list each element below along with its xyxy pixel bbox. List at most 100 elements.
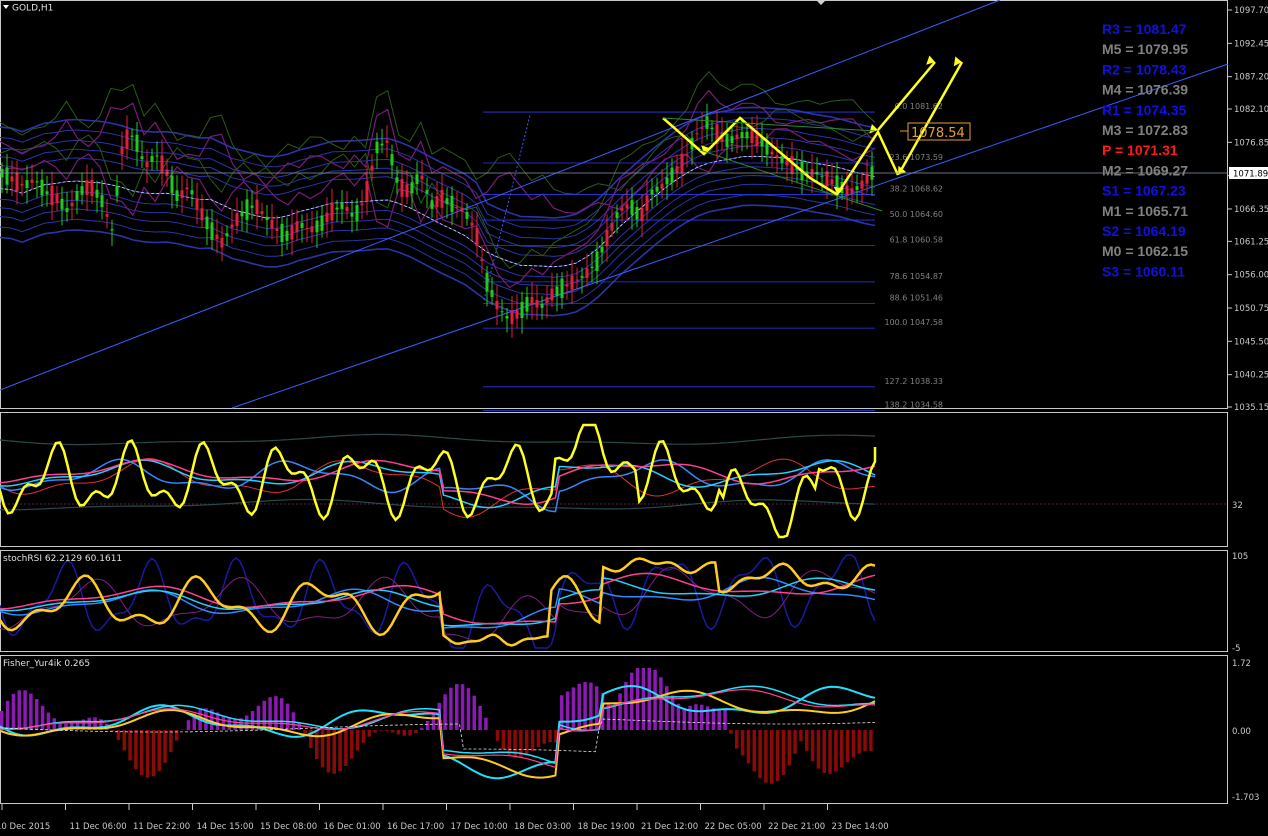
candle-body xyxy=(15,172,19,192)
candle-body xyxy=(190,190,194,195)
fisher-histogram-bar xyxy=(799,730,803,742)
candle-body xyxy=(10,176,14,182)
candle-body xyxy=(225,233,229,237)
fisher-histogram-bar xyxy=(787,730,791,766)
candle-body xyxy=(540,304,544,308)
fisher-histogram-bar xyxy=(752,730,756,772)
candle-body xyxy=(280,223,284,243)
fisher-histogram-bar xyxy=(285,703,290,730)
fisher-histogram-bar xyxy=(414,730,418,734)
candle-body xyxy=(575,279,579,281)
pivot-level-label: R2 = 1078.43 xyxy=(1102,61,1187,77)
fisher-histogram-bar xyxy=(274,696,278,730)
candle-body xyxy=(395,177,399,183)
candle-body xyxy=(410,182,414,194)
candle-body xyxy=(855,186,859,190)
chart-canvas: 0.0 1081.6223.6 1073.5938.2 1068.6250.0 … xyxy=(0,0,1268,832)
candle-body xyxy=(475,227,479,247)
candle-body xyxy=(110,229,114,231)
price-tick-label: 1040.25 xyxy=(1234,371,1268,381)
fisher-histogram-bar xyxy=(682,709,686,730)
time-tick-label: 14 Dec 15:00 xyxy=(197,822,254,832)
fisher-histogram-bar xyxy=(145,730,150,778)
fisher-histogram-bar xyxy=(857,730,861,754)
time-tick-label: 18 Dec 03:00 xyxy=(514,822,571,832)
candle-body xyxy=(185,187,189,190)
symbol-dropdown-icon[interactable] xyxy=(3,5,9,9)
fisher-histogram-bar xyxy=(735,730,739,749)
price-tick-label: 1082.10 xyxy=(1234,105,1268,115)
fib-level-label: 78.6 1054.87 xyxy=(890,272,943,281)
candle-body xyxy=(200,208,204,221)
fib-level-label: 23.6 1073.59 xyxy=(890,153,943,162)
rsi-panel-border xyxy=(0,412,1228,547)
candle-body xyxy=(375,141,379,154)
candle-body xyxy=(335,207,339,210)
fisher-histogram-bar xyxy=(828,730,832,774)
candle-body xyxy=(775,155,779,158)
candle-body xyxy=(370,165,374,171)
candle-body xyxy=(30,179,34,183)
fib-level-label: 127.2 1038.33 xyxy=(884,377,943,386)
pivot-level-label: M2 = 1069.27 xyxy=(1102,162,1188,178)
price-tick-label: 1066.35 xyxy=(1234,205,1268,215)
price-tick-label: 1076.85 xyxy=(1234,138,1268,148)
pivot-level-label: M5 = 1079.95 xyxy=(1102,41,1188,57)
candle-body xyxy=(125,129,129,149)
pivot-level-label: R3 = 1081.47 xyxy=(1102,21,1187,37)
candle-body xyxy=(830,179,834,185)
candle-body xyxy=(675,166,679,173)
fisher-bottom-label: -1.703 xyxy=(1232,793,1259,803)
candle-body xyxy=(745,131,749,139)
fisher-histogram-bar xyxy=(583,681,587,730)
candle-body xyxy=(60,198,64,210)
candle-body xyxy=(250,205,254,208)
fisher-histogram-bar xyxy=(729,730,733,734)
dotted-trend-line xyxy=(483,114,531,301)
pivot-level-label: R1 = 1074.35 xyxy=(1102,102,1187,118)
candle-body xyxy=(195,198,199,210)
fisher-histogram-bar xyxy=(402,730,406,736)
candle-body xyxy=(590,266,594,269)
candle-body xyxy=(140,156,144,160)
time-tick-label: 10 Dec 2015 xyxy=(0,822,50,832)
trading-chart-window: 0.0 1081.62 23.6 1073.59 38.2 1068.62 50.0 … xyxy=(0,0,1268,836)
candle-body xyxy=(485,272,489,292)
candle-body xyxy=(345,206,349,212)
candle-body xyxy=(145,162,149,168)
fisher-histogram-bar xyxy=(17,690,21,730)
fisher-histogram-bar xyxy=(845,730,850,763)
current-price-label: 1071.89 xyxy=(1233,170,1268,180)
fisher-histogram-bar xyxy=(805,730,809,751)
candle-body xyxy=(510,310,514,324)
fisher-histogram-bar xyxy=(565,691,570,730)
fisher-histogram-bar xyxy=(431,712,436,730)
fisher-histogram-bar xyxy=(770,730,774,784)
candle-body xyxy=(210,222,214,240)
fisher-histogram-bar xyxy=(624,682,628,730)
candle-body xyxy=(155,155,159,157)
fisher-histogram-bar xyxy=(134,730,138,770)
fisher-histogram-bar xyxy=(221,715,226,730)
candle-body xyxy=(545,297,549,304)
price-tick-label: 1050.75 xyxy=(1234,304,1268,314)
candle-body xyxy=(100,195,104,208)
candle-body xyxy=(435,196,439,208)
candle-body xyxy=(490,290,494,298)
fisher-histogram-bar xyxy=(425,720,430,730)
candle-body xyxy=(290,225,294,240)
candle-body xyxy=(320,215,324,231)
candle-body xyxy=(525,296,529,312)
stoch-panel-label: stochRSI 62.2129 60.1611 xyxy=(3,554,122,564)
fisher-histogram-bar xyxy=(262,700,266,730)
fisher-histogram-bar xyxy=(793,730,797,754)
fisher-histogram-bar xyxy=(5,700,10,730)
fisher-histogram-bar xyxy=(379,730,383,731)
candle-body xyxy=(640,208,644,222)
price-tick-label: 1045.50 xyxy=(1234,337,1268,347)
price-tick-label: 1061.25 xyxy=(1234,237,1268,247)
fisher-histogram-bar xyxy=(740,730,745,756)
candle-body xyxy=(150,156,154,162)
candle-body xyxy=(105,214,109,217)
candle-body xyxy=(295,221,299,232)
